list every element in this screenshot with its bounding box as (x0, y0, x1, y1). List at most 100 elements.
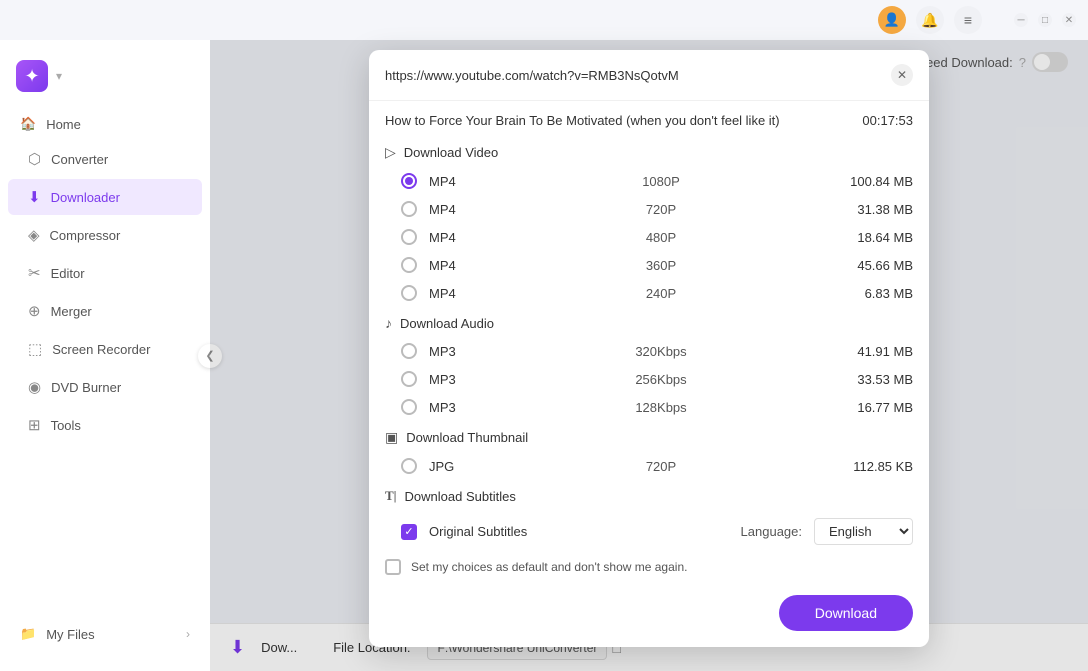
url-bar: ✕ (369, 50, 929, 101)
tools-label: Tools (51, 418, 81, 433)
video-section-label: Download Video (404, 145, 498, 160)
screen-recorder-label: Screen Recorder (52, 342, 150, 357)
video-section-icon: ▷ (385, 144, 396, 161)
sidebar-item-my-files[interactable]: 📁 My Files › (8, 617, 202, 651)
radio-mp4-720p[interactable] (401, 201, 417, 217)
original-subtitles-checkbox[interactable]: ✓ (401, 524, 417, 540)
video-title: How to Force Your Brain To Be Motivated … (385, 113, 862, 128)
video-section-header: ▷ Download Video (369, 136, 929, 167)
radio-mp4-480p[interactable] (401, 229, 417, 245)
radio-mp4-240p[interactable] (401, 285, 417, 301)
home-label: Home (46, 117, 81, 132)
format-quality-4: 240P (499, 286, 823, 301)
user-icon: 👤 (884, 12, 900, 28)
thumbnail-section-header: ▣ Download Thumbnail (369, 421, 929, 452)
radio-mp3-256[interactable] (401, 371, 417, 387)
audio-size-0: 41.91 MB (823, 344, 913, 359)
audio-quality-1: 256Kbps (499, 372, 823, 387)
thumb-size-0: 112.85 KB (823, 459, 913, 474)
main-content: High Speed Download: ? ⬇ Dow... File Loc… (210, 40, 1088, 671)
format-type-3: MP4 (429, 258, 499, 273)
format-row-mp3-128[interactable]: MP3 128Kbps 16.77 MB (369, 393, 929, 421)
sidebar-item-screen-recorder[interactable]: ⬚ Screen Recorder (8, 331, 202, 367)
format-row-mp4-360p[interactable]: MP4 360P 45.66 MB (369, 251, 929, 279)
checkmark-icon: ✓ (404, 525, 413, 538)
sidebar-bottom: 📁 My Files › (0, 609, 210, 659)
format-quality-0: 1080P (499, 174, 823, 189)
merger-label: Merger (51, 304, 92, 319)
downloader-icon: ⬇ (28, 188, 41, 206)
format-row-mp4-480p[interactable]: MP4 480P 18.64 MB (369, 223, 929, 251)
user-avatar[interactable]: 👤 (878, 6, 906, 34)
bell-icon: 🔔 (921, 12, 938, 29)
audio-quality-2: 128Kbps (499, 400, 823, 415)
url-input[interactable] (385, 68, 881, 83)
compressor-icon: ◈ (28, 226, 40, 244)
radio-mp4-1080p[interactable] (401, 173, 417, 189)
title-bar: 👤 🔔 ≡ ─ □ ✕ (0, 0, 1088, 40)
format-type-2: MP4 (429, 230, 499, 245)
radio-mp4-360p[interactable] (401, 257, 417, 273)
sidebar-logo[interactable]: ✦ ▾ (0, 52, 210, 108)
my-files-icon: 📁 (20, 626, 36, 642)
format-row-mp3-320[interactable]: MP3 320Kbps 41.91 MB (369, 337, 929, 365)
sidebar-item-converter[interactable]: ⬡ Converter (8, 141, 202, 177)
thumbnail-section-label: Download Thumbnail (406, 430, 528, 445)
editor-label: Editor (51, 266, 85, 281)
audio-type-2: MP3 (429, 400, 499, 415)
notifications-button[interactable]: 🔔 (916, 6, 944, 34)
format-type-1: MP4 (429, 202, 499, 217)
sidebar-item-editor[interactable]: ✂ Editor (8, 255, 202, 291)
modal-close-button[interactable]: ✕ (891, 64, 913, 86)
sidebar-item-tools[interactable]: ⊞ Tools (8, 407, 202, 443)
format-quality-1: 720P (499, 202, 823, 217)
dvd-burner-icon: ◉ (28, 378, 41, 396)
radio-mp3-320[interactable] (401, 343, 417, 359)
download-button[interactable]: Download (779, 595, 913, 631)
subtitles-section-label: Download Subtitles (405, 489, 516, 504)
format-row-mp4-720p[interactable]: MP4 720P 31.38 MB (369, 195, 929, 223)
audio-section-header: ♪ Download Audio (369, 307, 929, 337)
format-size-4: 6.83 MB (823, 286, 913, 301)
audio-quality-0: 320Kbps (499, 344, 823, 359)
modal-footer: Download (369, 583, 929, 647)
radio-mp3-128[interactable] (401, 399, 417, 415)
format-size-3: 45.66 MB (823, 258, 913, 273)
audio-type-1: MP3 (429, 372, 499, 387)
tools-icon: ⊞ (28, 416, 41, 434)
audio-section-label: Download Audio (400, 316, 494, 331)
thumbnail-section-icon: ▣ (385, 429, 398, 446)
format-row-mp4-240p[interactable]: MP4 240P 6.83 MB (369, 279, 929, 307)
language-select[interactable]: English Spanish French German Chinese Ja… (814, 518, 913, 545)
home-icon: 🏠 (20, 116, 36, 132)
expand-icon: › (186, 627, 190, 641)
converter-label: Converter (51, 152, 108, 167)
sidebar-item-downloader[interactable]: ⬇ Downloader (8, 179, 202, 215)
logo-dropdown: ▾ (56, 69, 62, 83)
maximize-button[interactable]: □ (1038, 13, 1052, 27)
default-checkbox[interactable] (385, 559, 401, 575)
my-files-label: My Files (46, 627, 94, 642)
compressor-label: Compressor (50, 228, 121, 243)
format-row-jpg-720p[interactable]: JPG 720P 112.85 KB (369, 452, 929, 480)
format-row-mp3-256[interactable]: MP3 256Kbps 33.53 MB (369, 365, 929, 393)
dvd-burner-label: DVD Burner (51, 380, 121, 395)
format-type-4: MP4 (429, 286, 499, 301)
video-info-row: How to Force Your Brain To Be Motivated … (369, 101, 929, 136)
audio-section-icon: ♪ (385, 315, 392, 331)
downloader-label: Downloader (51, 190, 120, 205)
sidebar-item-compressor[interactable]: ◈ Compressor (8, 217, 202, 253)
menu-button[interactable]: ≡ (954, 6, 982, 34)
close-button[interactable]: ✕ (1062, 13, 1076, 27)
default-checkbox-row: Set my choices as default and don't show… (369, 553, 929, 583)
format-size-2: 18.64 MB (823, 230, 913, 245)
original-subtitles-label: Original Subtitles (429, 524, 729, 539)
radio-jpg-720p[interactable] (401, 458, 417, 474)
download-options-modal: ✕ How to Force Your Brain To Be Motivate… (369, 50, 929, 647)
subtitles-row: ✓ Original Subtitles Language: English S… (369, 510, 929, 553)
format-row-mp4-1080p[interactable]: MP4 1080P 100.84 MB (369, 167, 929, 195)
sidebar-item-home[interactable]: 🏠 Home (0, 108, 210, 140)
sidebar-item-merger[interactable]: ⊕ Merger (8, 293, 202, 329)
sidebar-item-dvd-burner[interactable]: ◉ DVD Burner (8, 369, 202, 405)
minimize-button[interactable]: ─ (1014, 13, 1028, 27)
